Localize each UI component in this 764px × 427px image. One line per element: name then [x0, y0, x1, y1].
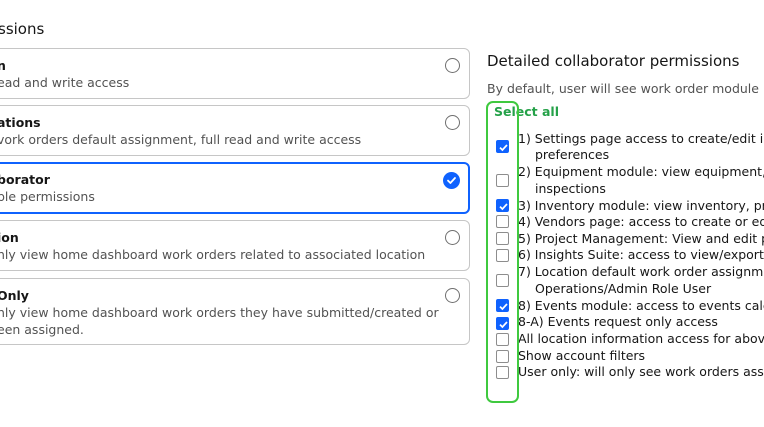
- radio-button[interactable]: [445, 288, 460, 303]
- radio-checked-icon[interactable]: [443, 172, 460, 189]
- role-description: ble permissions: [0, 189, 95, 204]
- permission-label-cont: preferences: [535, 147, 610, 162]
- role-title: borator: [0, 172, 50, 187]
- role-option-admin[interactable]: n ead and write access: [0, 48, 470, 99]
- role-description: ead and write access: [0, 75, 130, 90]
- detailed-permissions-title: Detailed collaborator permissions: [487, 52, 740, 70]
- permission-label: 6) Insights Suite: access to view/export: [518, 247, 764, 262]
- permissions-section-title: ssions: [0, 20, 45, 38]
- role-option-collaborator[interactable]: borator ble permissions: [0, 162, 470, 214]
- permission-label: 5) Project Management: View and edit p: [518, 231, 764, 246]
- permission-label: All location information access for abov: [518, 331, 764, 346]
- role-title: Only: [0, 288, 29, 303]
- role-option-user-only[interactable]: Only nly view home dashboard work orders…: [0, 278, 470, 345]
- permission-label: 4) Vendors page: access to create or ed: [518, 214, 764, 229]
- role-option-operations[interactable]: ations vork orders default assignment, f…: [0, 105, 470, 156]
- role-title: ations: [0, 115, 41, 130]
- permission-label: 3) Inventory module: view inventory, pr: [518, 198, 764, 213]
- permission-label: 8) Events module: access to events cale: [518, 298, 764, 313]
- permission-label: User only: will only see work orders ass: [518, 364, 764, 379]
- role-title: n: [0, 58, 6, 73]
- role-description: vork orders default assignment, full rea…: [0, 132, 362, 147]
- role-description-line2: een assigned.: [0, 322, 84, 337]
- detailed-permissions-subtitle: By default, user will see work order mod…: [487, 81, 764, 96]
- radio-button[interactable]: [445, 230, 460, 245]
- permission-label: Show account filters: [518, 348, 646, 363]
- permission-label: 1) Settings page access to create/edit i…: [518, 131, 764, 146]
- permission-label-cont: inspections: [535, 181, 606, 196]
- role-option-location[interactable]: ion nly view home dashboard work orders …: [0, 220, 470, 271]
- radio-button[interactable]: [445, 115, 460, 130]
- permission-label-cont: Operations/Admin Role User: [535, 281, 712, 296]
- role-description: nly view home dashboard work orders rela…: [0, 247, 426, 262]
- permission-label: 8-A) Events request only access: [518, 314, 718, 329]
- radio-button[interactable]: [445, 58, 460, 73]
- checkbox-column-highlight: [486, 101, 519, 403]
- permission-label: 7) Location default work order assignm: [518, 264, 764, 279]
- role-description-line1: nly view home dashboard work orders they…: [0, 305, 439, 320]
- permission-label: 2) Equipment module: view equipment,: [518, 164, 764, 179]
- role-title: ion: [0, 230, 19, 245]
